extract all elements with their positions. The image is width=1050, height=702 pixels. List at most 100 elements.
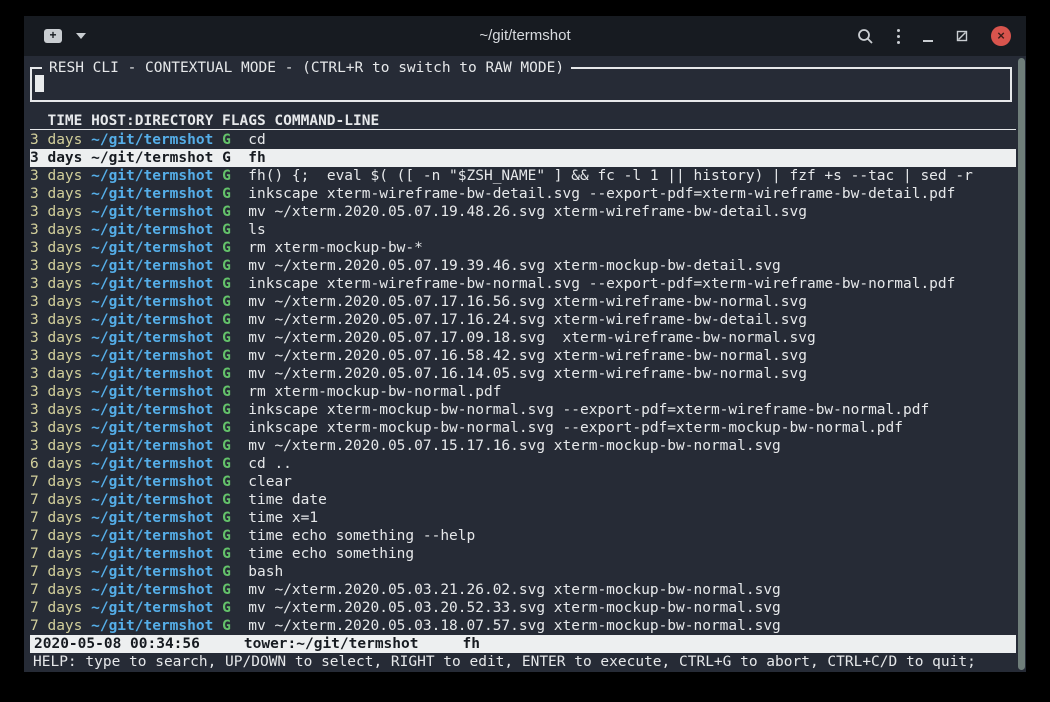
row-flags: G	[222, 276, 248, 292]
history-row[interactable]: 3 days ~/git/termshot G mv ~/xterm.2020.…	[30, 293, 1016, 311]
row-command: bash	[248, 564, 283, 580]
history-row[interactable]: 7 days ~/git/termshot G time date	[30, 491, 1016, 509]
history-row[interactable]: 3 days ~/git/termshot G mv ~/xterm.2020.…	[30, 203, 1016, 221]
row-command: mv ~/xterm.2020.05.03.21.26.02.svg xterm…	[248, 582, 781, 598]
row-time: 7 days	[30, 564, 91, 580]
row-flags: G	[222, 546, 248, 562]
close-icon: ×	[997, 28, 1005, 43]
row-directory: ~/git/termshot	[91, 402, 222, 418]
row-command: mv ~/xterm.2020.05.07.17.09.18.svg xterm…	[248, 330, 815, 346]
history-row[interactable]: 3 days ~/git/termshot G mv ~/xterm.2020.…	[30, 365, 1016, 383]
row-directory: ~/git/termshot	[91, 474, 222, 490]
row-directory: ~/git/termshot	[91, 204, 222, 220]
history-row[interactable]: 3 days ~/git/termshot G inkscape xterm-m…	[30, 419, 1016, 437]
history-row[interactable]: 7 days ~/git/termshot G bash	[30, 563, 1016, 581]
history-row[interactable]: 3 days ~/git/termshot G mv ~/xterm.2020.…	[30, 329, 1016, 347]
row-directory: ~/git/termshot	[91, 582, 222, 598]
restore-window-icon[interactable]	[956, 30, 968, 42]
history-row[interactable]: 7 days ~/git/termshot G mv ~/xterm.2020.…	[30, 581, 1016, 599]
history-row[interactable]: 7 days ~/git/termshot G time echo someth…	[30, 545, 1016, 563]
history-row[interactable]: 3 days ~/git/termshot G fh() {; eval $( …	[30, 167, 1016, 185]
history-row[interactable]: 3 days ~/git/termshot G inkscape xterm-m…	[30, 401, 1016, 419]
row-time: 3 days	[30, 186, 91, 202]
row-command: ls	[248, 222, 265, 238]
history-row[interactable]: 3 days ~/git/termshot G rm xterm-mockup-…	[30, 383, 1016, 401]
row-command: time date	[248, 492, 327, 508]
history-row[interactable]: 3 days ~/git/termshot G rm xterm-mockup-…	[30, 239, 1016, 257]
row-time: 3 days	[30, 348, 91, 364]
history-row[interactable]: 3 days ~/git/termshot G mv ~/xterm.2020.…	[30, 311, 1016, 329]
history-list: 3 days ~/git/termshot G cd 3 days ~/git/…	[30, 131, 1016, 635]
row-time: 7 days	[30, 582, 91, 598]
history-row[interactable]: 6 days ~/git/termshot G cd ..	[30, 455, 1016, 473]
row-time: 3 days	[30, 312, 91, 328]
row-command: inkscape xterm-mockup-bw-normal.svg --ex…	[248, 420, 903, 436]
history-row[interactable]: 7 days ~/git/termshot G mv ~/xterm.2020.…	[30, 617, 1016, 635]
row-flags: G	[222, 240, 248, 256]
row-flags: G	[222, 312, 248, 328]
row-command: mv ~/xterm.2020.05.07.17.16.56.svg xterm…	[248, 294, 807, 310]
row-time: 7 days	[30, 546, 91, 562]
row-directory: ~/git/termshot	[91, 366, 222, 382]
row-directory: ~/git/termshot	[91, 546, 222, 562]
search-icon[interactable]	[857, 28, 874, 45]
status-host-path: tower:~/git/termshot	[244, 636, 419, 652]
row-command: time echo something	[248, 546, 414, 562]
columns-header: TIME HOST:DIRECTORY FLAGS COMMAND-LINE	[30, 112, 1016, 130]
row-flags: G	[222, 420, 248, 436]
history-row[interactable]: 3 days ~/git/termshot G cd	[30, 131, 1016, 149]
row-time: 3 days	[30, 150, 91, 166]
row-flags: G	[222, 474, 248, 490]
row-command: mv ~/xterm.2020.05.07.17.16.24.svg xterm…	[248, 312, 807, 328]
row-time: 7 days	[30, 528, 91, 544]
history-row[interactable]: 7 days ~/git/termshot G mv ~/xterm.2020.…	[30, 599, 1016, 617]
history-row[interactable]: 7 days ~/git/termshot G clear	[30, 473, 1016, 491]
history-row[interactable]: 3 days ~/git/termshot G ls	[30, 221, 1016, 239]
row-flags: G	[222, 258, 248, 274]
row-directory: ~/git/termshot	[91, 294, 222, 310]
row-directory: ~/git/termshot	[91, 150, 222, 166]
help-line: HELP: type to search, UP/DOWN to select,…	[30, 653, 1026, 671]
row-command: clear	[248, 474, 292, 490]
history-row[interactable]: 3 days ~/git/termshot G fh	[30, 149, 1016, 167]
history-row[interactable]: 3 days ~/git/termshot G inkscape xterm-w…	[30, 185, 1016, 203]
row-flags: G	[222, 204, 248, 220]
row-directory: ~/git/termshot	[91, 168, 222, 184]
history-row[interactable]: 3 days ~/git/termshot G mv ~/xterm.2020.…	[30, 257, 1016, 275]
minimize-button[interactable]	[923, 40, 933, 42]
row-time: 3 days	[30, 276, 91, 292]
history-row[interactable]: 7 days ~/git/termshot G time x=1	[30, 509, 1016, 527]
row-flags: G	[222, 582, 248, 598]
row-command: inkscape xterm-wireframe-bw-normal.svg -…	[248, 276, 955, 292]
menu-kebab-icon[interactable]	[897, 29, 900, 44]
row-command: inkscape xterm-wireframe-bw-detail.svg -…	[248, 186, 955, 202]
row-directory: ~/git/termshot	[91, 564, 222, 580]
history-row[interactable]: 7 days ~/git/termshot G time echo someth…	[30, 527, 1016, 545]
row-flags: G	[222, 384, 248, 400]
row-time: 3 days	[30, 258, 91, 274]
row-command: mv ~/xterm.2020.05.07.15.17.16.svg xterm…	[248, 438, 781, 454]
row-directory: ~/git/termshot	[91, 528, 222, 544]
row-flags: G	[222, 132, 248, 148]
row-command: mv ~/xterm.2020.05.07.19.39.46.svg xterm…	[248, 258, 781, 274]
row-time: 3 days	[30, 438, 91, 454]
row-directory: ~/git/termshot	[91, 348, 222, 364]
row-command: cd ..	[248, 456, 292, 472]
search-input[interactable]: RESH CLI - CONTEXTUAL MODE - (CTRL+R to …	[30, 67, 1012, 102]
row-time: 7 days	[30, 492, 91, 508]
scrollbar[interactable]	[1018, 58, 1025, 670]
history-row[interactable]: 3 days ~/git/termshot G inkscape xterm-w…	[30, 275, 1016, 293]
row-directory: ~/git/termshot	[91, 222, 222, 238]
row-command: mv ~/xterm.2020.05.07.16.58.42.svg xterm…	[248, 348, 807, 364]
row-directory: ~/git/termshot	[91, 258, 222, 274]
history-row[interactable]: 3 days ~/git/termshot G mv ~/xterm.2020.…	[30, 437, 1016, 455]
history-row[interactable]: 3 days ~/git/termshot G mv ~/xterm.2020.…	[30, 347, 1016, 365]
row-time: 3 days	[30, 222, 91, 238]
close-button[interactable]: ×	[991, 26, 1011, 46]
row-directory: ~/git/termshot	[91, 132, 222, 148]
row-directory: ~/git/termshot	[91, 492, 222, 508]
row-command: inkscape xterm-mockup-bw-normal.svg --ex…	[248, 402, 929, 418]
row-time: 3 days	[30, 168, 91, 184]
row-command: mv ~/xterm.2020.05.07.16.14.05.svg xterm…	[248, 366, 807, 382]
row-flags: G	[222, 600, 248, 616]
